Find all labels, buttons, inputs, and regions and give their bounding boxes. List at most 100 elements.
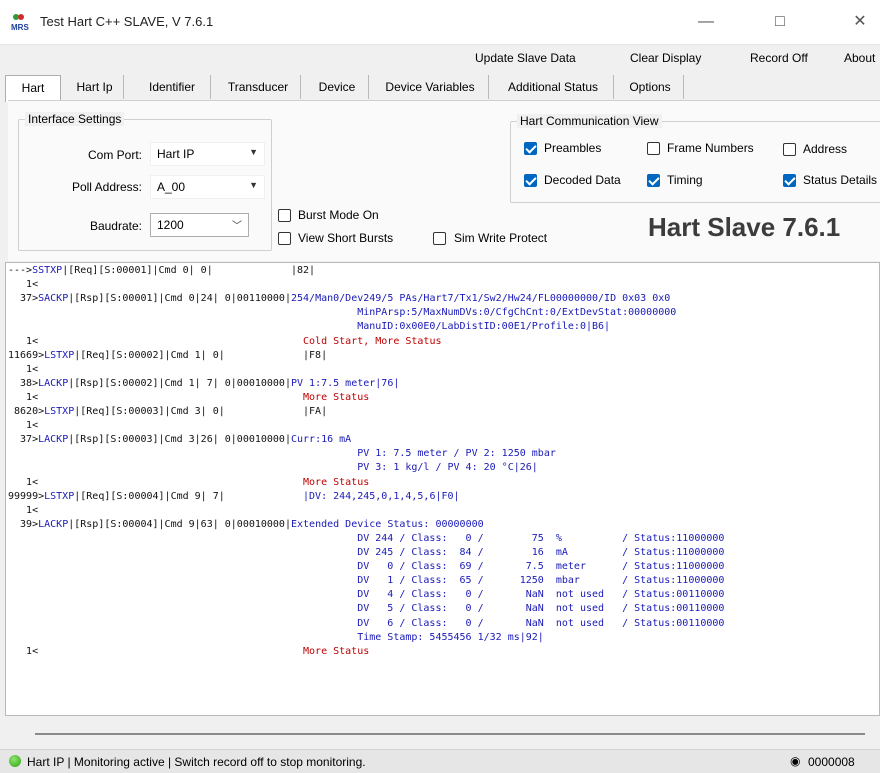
app-logo-icon: MRS <box>10 12 32 32</box>
log-segment: 1< <box>8 504 39 516</box>
log-segment: DV 0 / Class: 69 / 7.5 meter / Status:11… <box>8 561 725 573</box>
log-segment: DV 244 / Class: 0 / 75 % / Status:110000… <box>8 532 725 544</box>
poll-address-label: Poll Address: <box>71 180 142 194</box>
log-segment: |[Req][S:00003]|Cmd 3| 0| |FA| <box>74 406 328 417</box>
log-segment: More Status <box>303 391 370 403</box>
minimize-button[interactable]: — <box>686 8 726 36</box>
frame-numbers-checkbox[interactable] <box>647 142 660 155</box>
poll-address-select[interactable]: A_00 ▼ <box>150 175 265 199</box>
log-line: Time Stamp: 5455456 1/32 ms|92| <box>8 632 544 644</box>
log-segment: |[Rsp][S:00004]|Cmd 9|63| 0|00010000| <box>68 518 291 530</box>
communication-view-group <box>510 121 880 203</box>
sim-write-protect-checkbox[interactable] <box>433 232 446 245</box>
log-segment: |[Req][S:00002]|Cmd 1| 0| |F8| <box>74 349 328 361</box>
log-segment: More Status <box>303 476 370 488</box>
log-segment: DV 6 / Class: 0 / NaN not used / Status:… <box>8 617 725 629</box>
log-segment: LACKP <box>38 518 69 530</box>
tab-transducer[interactable]: Transducer <box>216 75 301 99</box>
decoded-data-checkbox[interactable] <box>524 174 537 187</box>
clear-display-button[interactable]: Clear Display <box>630 51 701 69</box>
log-line: 1< More Status <box>8 392 369 404</box>
log-line: MinPArsp:5/MaxNumDVs:0/CfgChCnt:0/ExtDev… <box>8 307 676 319</box>
log-segment: 1< <box>8 335 304 347</box>
log-line: 39>LACKP|[Rsp][S:00004]|Cmd 9|63| 0|0001… <box>8 519 484 531</box>
log-segment: 8620> <box>8 406 45 417</box>
tab-hart-ip[interactable]: Hart Ip <box>66 75 124 99</box>
timing-checkbox[interactable] <box>647 174 660 187</box>
interface-settings-title: Interface Settings <box>25 112 125 126</box>
log-line: 1< <box>8 420 38 432</box>
com-port-value: Hart IP <box>157 147 195 161</box>
log-line: 99999>LSTXP|[Req][S:00004]|Cmd 9| 7| |DV… <box>8 491 460 503</box>
log-segment: 11669> <box>8 349 45 361</box>
window-title: Test Hart C++ SLAVE, V 7.6.1 <box>40 14 214 29</box>
frame-counter: 0000008 <box>808 755 855 769</box>
log-line: 38>LACKP|[Rsp][S:00002]|Cmd 1| 7| 0|0001… <box>8 378 399 390</box>
log-segment: Extended Device Status: 00000000 <box>290 518 484 530</box>
status-bar: Hart IP | Monitoring active | Switch rec… <box>0 749 880 773</box>
preambles-checkbox[interactable] <box>524 142 537 155</box>
decoded-data-label: Decoded Data <box>544 173 621 187</box>
log-segment: Time Stamp: 5455456 1/32 ms|92| <box>8 631 544 643</box>
sim-write-protect-label: Sim Write Protect <box>454 231 548 245</box>
log-line: 1< <box>8 505 38 517</box>
hart-slave-banner: Hart Slave 7.6.1 <box>648 212 841 242</box>
baudrate-select[interactable]: 1200 ﹀ <box>150 213 249 237</box>
log-line: ManuID:0x00E0/LabDistID:00E1/Profile:0|B… <box>8 321 610 333</box>
log-line: 37>SACKP|[Rsp][S:00001]|Cmd 0|24| 0|0011… <box>8 293 670 305</box>
log-segment: 1< <box>8 476 304 488</box>
maximize-button[interactable]: □ <box>760 8 800 36</box>
log-segment: |[Rsp][S:00002]|Cmd 1| 7| 0|00010000| <box>68 377 291 389</box>
log-segment: |[Rsp][S:00001]|Cmd 0|24| 0|00110000| <box>68 293 291 305</box>
status-message: Hart IP | Monitoring active | Switch rec… <box>27 755 366 769</box>
burst-mode-label: Burst Mode On <box>298 208 379 222</box>
about-button[interactable]: About <box>844 51 875 69</box>
tab-hart[interactable]: Hart <box>5 75 61 102</box>
log-segment: 38> <box>8 377 39 389</box>
log-line: 8620>LSTXP|[Req][S:00003]|Cmd 3| 0| |FA| <box>8 406 327 418</box>
tab-additional-status[interactable]: Additional Status <box>493 75 614 99</box>
log-segment: PV 1:7.5 meter|76| <box>290 377 400 389</box>
view-short-bursts-checkbox[interactable] <box>278 232 291 245</box>
log-segment: SACKP <box>38 293 69 305</box>
burst-mode-checkbox[interactable] <box>278 209 291 222</box>
frame-numbers-label: Frame Numbers <box>667 141 754 155</box>
tab-device[interactable]: Device <box>306 75 369 99</box>
log-segment: DV 245 / Class: 84 / 16 mA / Status:1100… <box>8 547 725 558</box>
title-bar: MRS Test Hart C++ SLAVE, V 7.6.1 — □ ✕ <box>0 0 880 45</box>
log-segment: 1< <box>8 279 39 291</box>
status-details-checkbox[interactable] <box>783 174 796 187</box>
log-segment: DV 1 / Class: 65 / 1250 mbar / Status:11… <box>8 575 725 587</box>
log-line: --->SSTXP|[Req][S:00001]|Cmd 0| 0| |82| <box>8 265 315 277</box>
log-segment: LACKP <box>38 377 69 389</box>
log-segment: LSTXP <box>44 349 75 361</box>
log-line: 11669>LSTXP|[Req][S:00002]|Cmd 1| 0| |F8… <box>8 350 327 362</box>
log-segment: |DV: 244,245,0,1,4,5,6|F0| <box>303 490 460 502</box>
tab-identifier[interactable]: Identifier <box>134 75 211 99</box>
log-segment: ManuID:0x00E0/LabDistID:00E1/Profile:0|B… <box>8 321 611 333</box>
timing-label: Timing <box>667 173 703 187</box>
close-button[interactable]: ✕ <box>840 8 880 36</box>
log-segment: 37> <box>8 293 39 305</box>
record-off-button[interactable]: Record Off <box>750 51 808 69</box>
com-port-select[interactable]: Hart IP ▼ <box>150 142 265 166</box>
log-segment: 1< <box>8 645 304 657</box>
log-segment: SSTXP <box>32 265 63 276</box>
tab-options[interactable]: Options <box>617 75 684 99</box>
com-port-label: Com Port: <box>87 148 142 162</box>
scrollbar-thumb[interactable] <box>35 733 865 735</box>
log-segment: |[Req][S:00004]|Cmd 9| 7| <box>74 490 304 502</box>
log-segment: 39> <box>8 518 39 530</box>
update-slave-data-button[interactable]: Update Slave Data <box>475 51 576 69</box>
communication-log[interactable]: --->SSTXP|[Req][S:00001]|Cmd 0| 0| |82| … <box>5 262 880 716</box>
log-segment: 37> <box>8 434 39 446</box>
horizontal-scrollbar[interactable] <box>5 716 880 736</box>
tab-device-variables[interactable]: Device Variables <box>372 75 489 99</box>
log-segment: LSTXP <box>44 406 75 417</box>
view-short-bursts-label: View Short Bursts <box>298 231 394 245</box>
communication-view-title: Hart Communication View <box>517 114 662 128</box>
log-line: 1< <box>8 364 38 376</box>
address-checkbox[interactable] <box>783 143 796 156</box>
log-line: 1< <box>8 279 38 291</box>
log-line: PV 1: 7.5 meter / PV 2: 1250 mbar <box>8 448 556 460</box>
